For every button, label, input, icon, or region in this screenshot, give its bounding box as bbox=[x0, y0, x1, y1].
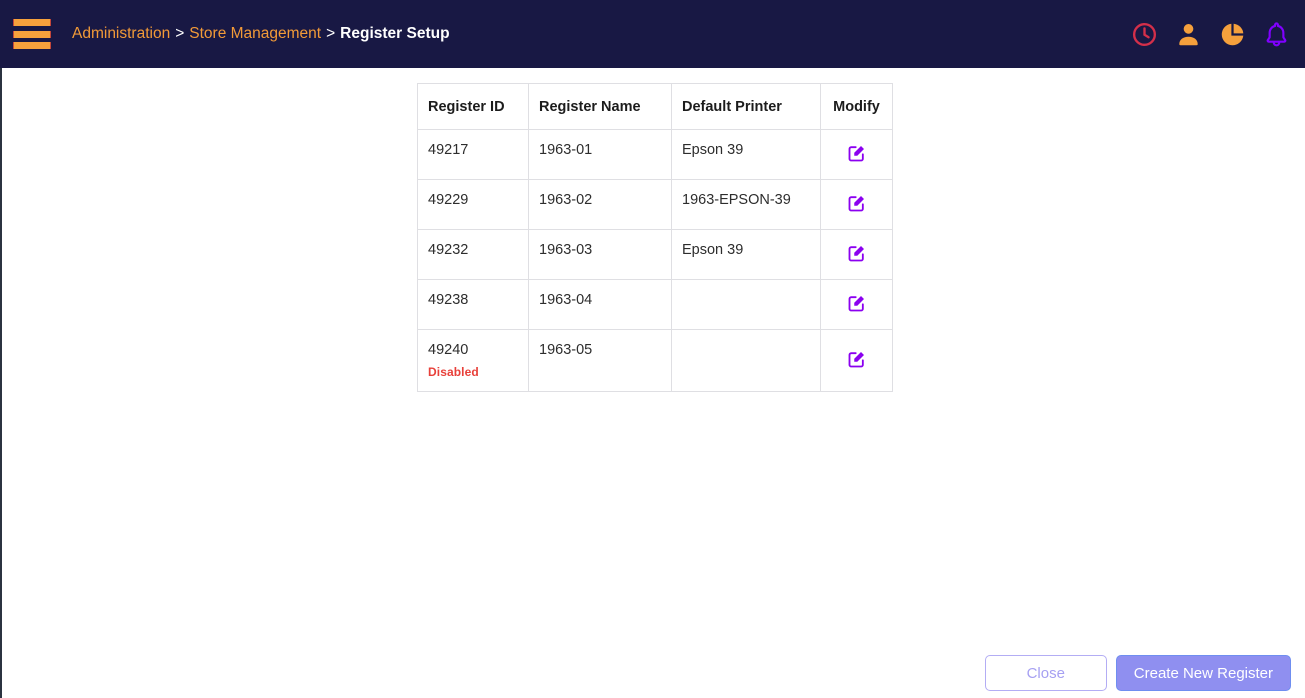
table-row: 49238 1963-04 bbox=[417, 279, 893, 330]
cell-register-name: 1963-02 bbox=[528, 179, 672, 230]
edit-pencil-square-icon[interactable] bbox=[846, 142, 868, 164]
clock-icon[interactable] bbox=[1129, 19, 1159, 49]
main-content-area: Register ID Register Name Default Printe… bbox=[0, 68, 1305, 698]
cell-default-printer: 1963-EPSON-39 bbox=[671, 179, 821, 230]
status-badge: Disabled bbox=[428, 365, 479, 379]
cell-modify bbox=[820, 129, 893, 180]
breadcrumb-separator-2: > bbox=[326, 25, 336, 42]
top-navigation-bar: Administration > Store Management > Regi… bbox=[0, 0, 1305, 68]
cell-register-id: 49232 bbox=[417, 229, 529, 280]
column-header-register-id: Register ID bbox=[417, 83, 529, 130]
column-header-modify: Modify bbox=[820, 83, 893, 130]
cell-modify bbox=[820, 329, 893, 392]
cell-register-id: 49217 bbox=[417, 129, 529, 180]
cell-register-name: 1963-04 bbox=[528, 279, 672, 330]
breadcrumb: Administration > Store Management > Regi… bbox=[72, 25, 450, 43]
table-header: Register ID Register Name Default Printe… bbox=[417, 83, 893, 130]
register-id-value: 49229 bbox=[428, 192, 469, 208]
cell-modify bbox=[820, 179, 893, 230]
breadcrumb-item-administration[interactable]: Administration bbox=[72, 25, 170, 43]
cell-register-name: 1963-05 bbox=[528, 329, 672, 392]
column-header-default-printer: Default Printer bbox=[671, 83, 821, 130]
register-id-value: 49240 bbox=[428, 342, 469, 358]
breadcrumb-separator-1: > bbox=[175, 25, 185, 42]
table-row: 49229 1963-02 1963-EPSON-39 bbox=[417, 179, 893, 230]
cell-register-name: 1963-03 bbox=[528, 229, 672, 280]
cell-default-printer bbox=[671, 279, 821, 330]
cell-modify bbox=[820, 229, 893, 280]
footer-button-group: Close Create New Register bbox=[984, 655, 1291, 691]
topbar-icon-group bbox=[1129, 19, 1291, 49]
cell-register-id: 49229 bbox=[417, 179, 529, 230]
breadcrumb-item-store-management[interactable]: Store Management bbox=[189, 25, 321, 43]
edit-pencil-square-icon[interactable] bbox=[846, 348, 868, 370]
edit-pencil-square-icon[interactable] bbox=[846, 242, 868, 264]
table-body: 49217 1963-01 Epson 39 49229 1963-02 196… bbox=[417, 129, 893, 392]
table-row: 49217 1963-01 Epson 39 bbox=[417, 129, 893, 180]
close-button[interactable]: Close bbox=[984, 655, 1107, 691]
cell-register-name: 1963-01 bbox=[528, 129, 672, 180]
cell-default-printer: Epson 39 bbox=[671, 229, 821, 280]
bell-icon[interactable] bbox=[1261, 19, 1291, 49]
register-table: Register ID Register Name Default Printe… bbox=[417, 83, 893, 392]
register-id-value: 49238 bbox=[428, 292, 469, 308]
breadcrumb-item-register-setup: Register Setup bbox=[340, 25, 450, 42]
pie-chart-icon[interactable] bbox=[1217, 19, 1247, 49]
cell-default-printer bbox=[671, 329, 821, 392]
cell-register-id: 49240 Disabled bbox=[417, 329, 529, 392]
table-row: 49232 1963-03 Epson 39 bbox=[417, 229, 893, 280]
create-new-register-button[interactable]: Create New Register bbox=[1115, 655, 1291, 691]
table-row: 49240 Disabled 1963-05 bbox=[417, 329, 893, 392]
cell-default-printer: Epson 39 bbox=[671, 129, 821, 180]
hamburger-bar-2 bbox=[13, 30, 51, 38]
edit-pencil-square-icon[interactable] bbox=[846, 192, 868, 214]
column-header-register-name: Register Name bbox=[528, 83, 672, 130]
cell-register-id: 49238 bbox=[417, 279, 529, 330]
hamburger-bar-1 bbox=[13, 19, 51, 26]
register-id-value: 49217 bbox=[428, 142, 469, 158]
hamburger-bar-3 bbox=[13, 42, 51, 49]
cell-modify bbox=[820, 279, 893, 330]
table-header-row: Register ID Register Name Default Printe… bbox=[417, 83, 893, 130]
edit-pencil-square-icon[interactable] bbox=[846, 292, 868, 314]
register-id-value: 49232 bbox=[428, 242, 469, 258]
hamburger-menu-icon[interactable] bbox=[13, 19, 51, 49]
user-icon[interactable] bbox=[1173, 19, 1203, 49]
